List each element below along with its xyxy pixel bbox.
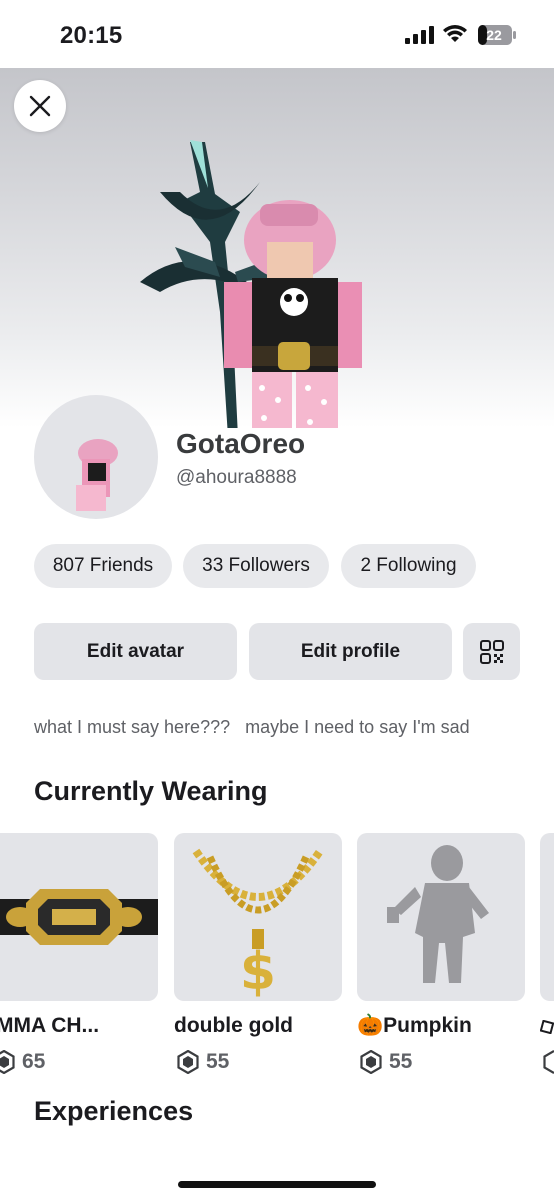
- robux-icon: [177, 1050, 199, 1074]
- close-button[interactable]: [14, 80, 66, 132]
- robux-icon: [360, 1050, 382, 1074]
- wearing-item-image-chain[interactable]: $: [174, 833, 342, 1001]
- profile-bio: what I must say here??? maybe I need to …: [34, 717, 470, 737]
- gold-chain-image: $: [192, 848, 324, 1001]
- status-time: 20:15: [60, 22, 123, 49]
- price-value: 55: [206, 1050, 230, 1073]
- followers-count-button[interactable]: 33 Followers: [183, 544, 329, 588]
- partial-item-icon: [540, 1020, 554, 1034]
- avatar-thumbnail: [76, 439, 118, 511]
- wearing-item-price: 55: [359, 1048, 412, 1076]
- wearing-item-name[interactable]: MMA CH...: [0, 1014, 99, 1038]
- price-value: 65: [22, 1050, 46, 1073]
- cellular-signal-icon: [405, 26, 434, 44]
- following-count-button[interactable]: 2 Following: [341, 544, 476, 588]
- battery-level: 22: [486, 27, 502, 43]
- price-value: 55: [389, 1050, 413, 1073]
- avatar-hero: [0, 68, 554, 428]
- robux-icon: [0, 1050, 15, 1074]
- home-indicator: [178, 1181, 376, 1188]
- friends-count-button[interactable]: 807 Friends: [34, 544, 172, 588]
- avatar-3d-figure: [140, 140, 362, 428]
- wearing-item-image-partial[interactable]: [540, 833, 554, 1001]
- status-bar: 20:15 22: [0, 0, 554, 68]
- wearing-item-price: 55: [176, 1048, 229, 1076]
- svg-text:$: $: [240, 942, 276, 1001]
- display-name: GotaOreo: [176, 428, 306, 459]
- qr-code-button[interactable]: [463, 623, 520, 680]
- robux-icon: [543, 1050, 554, 1074]
- experiences-heading[interactable]: Experiences: [34, 1096, 193, 1127]
- championship-belt-image: [0, 889, 158, 945]
- avatar-silhouette-placeholder: [387, 845, 489, 983]
- profile-avatar[interactable]: [34, 395, 158, 519]
- wearing-item-image-belt[interactable]: [0, 833, 158, 1001]
- username: @ahoura8888: [176, 467, 297, 488]
- wearing-item-price: 65: [0, 1048, 45, 1076]
- qr-code-icon: [479, 639, 504, 664]
- wearing-item-name[interactable]: 🎃Pumpkin: [357, 1014, 472, 1038]
- edit-avatar-button[interactable]: Edit avatar: [34, 623, 237, 680]
- wearing-item-name[interactable]: double gold: [174, 1014, 293, 1038]
- currently-wearing-heading[interactable]: Currently Wearing: [34, 776, 268, 807]
- wifi-icon: [443, 25, 467, 42]
- battery-icon: 22: [478, 25, 516, 45]
- close-icon: [29, 95, 51, 117]
- wearing-item-image-pumpkin[interactable]: [357, 833, 525, 1001]
- edit-profile-button[interactable]: Edit profile: [249, 623, 452, 680]
